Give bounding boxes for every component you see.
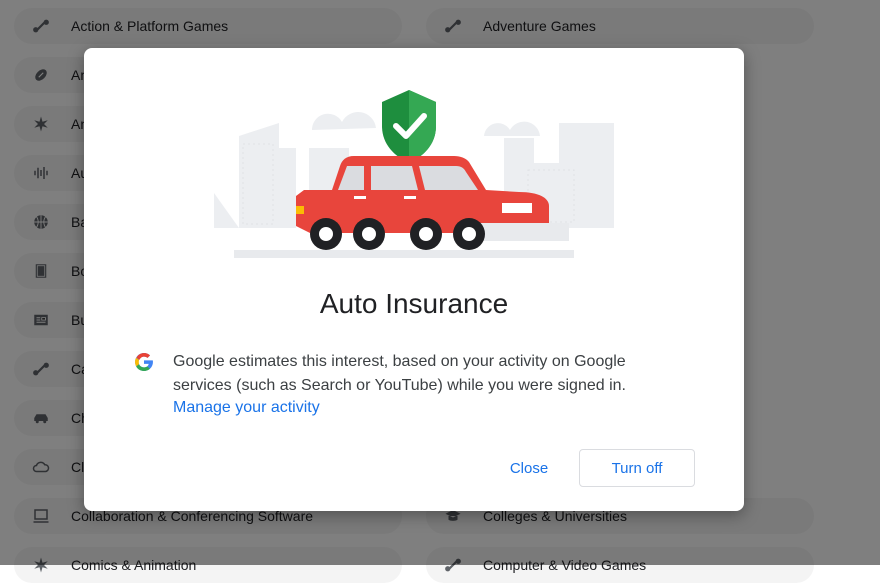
turn-off-button[interactable]: Turn off [579, 449, 695, 487]
manage-activity-link[interactable]: Manage your activity [173, 399, 320, 417]
dialog-title: Auto Insurance [319, 288, 509, 319]
interest-dialog: Auto Insurance Google estimates this int… [84, 48, 744, 511]
auto-insurance-illustration [214, 90, 614, 258]
google-logo-icon [135, 353, 153, 371]
dialog-description: Google estimates this interest, based on… [173, 353, 626, 394]
close-button[interactable]: Close [494, 450, 564, 486]
